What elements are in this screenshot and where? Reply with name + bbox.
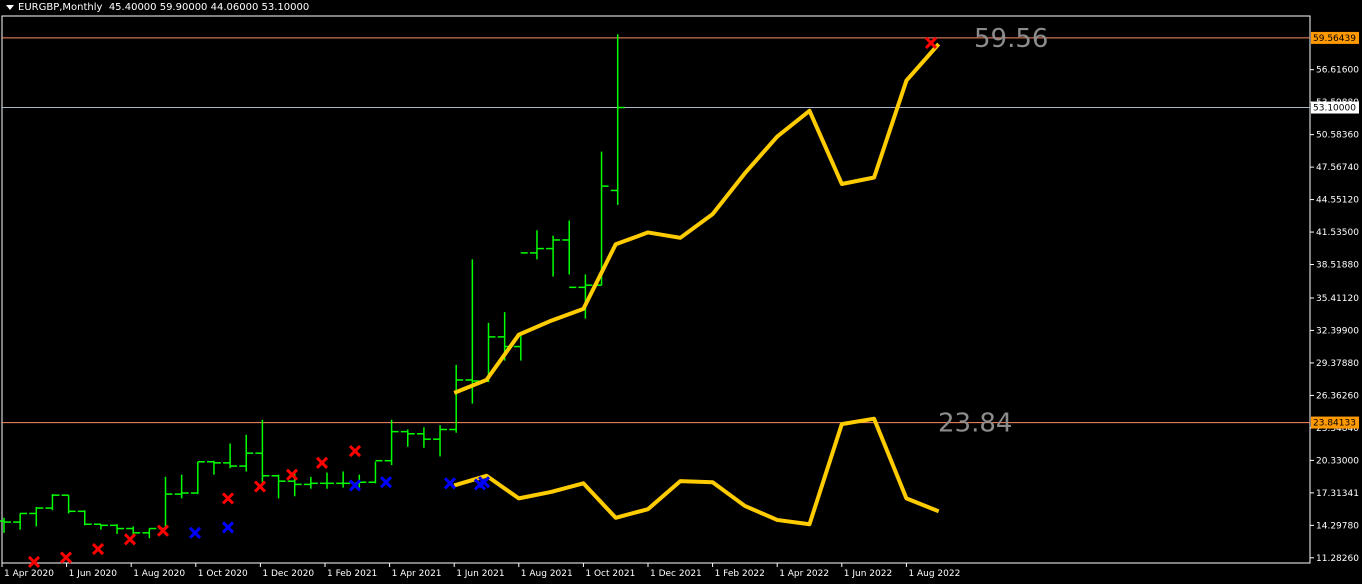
y-tick-label: 44.55120 — [1316, 196, 1359, 206]
lower-envelope-line — [453, 416, 940, 527]
y-tick-label: 14.29780 — [1316, 521, 1359, 531]
x-tick-label: 1 Oct 2020 — [198, 569, 248, 579]
x-tick-label: 1 Apr 2022 — [779, 569, 829, 579]
y-tick-label: 38.51880 — [1316, 261, 1359, 271]
x-tick-label: 1 Apr 2021 — [392, 569, 442, 579]
y-tick-label: 41.53500 — [1316, 228, 1359, 238]
level-annotation: 59.56 — [974, 24, 1048, 54]
y-tick-label: 56.61600 — [1316, 66, 1359, 76]
price-chart[interactable]: 11.2826014.2978017.3134120.3300023.34840… — [0, 0, 1362, 584]
upper-envelope-line — [453, 42, 941, 395]
y-tick-label: 11.28260 — [1316, 554, 1359, 564]
x-tick-label: 1 Aug 2021 — [521, 569, 573, 579]
x-tick-label: 1 Oct 2021 — [585, 569, 635, 579]
price-label-text: 23.84133 — [1313, 419, 1356, 429]
x-tick-label: 1 Dec 2021 — [650, 569, 702, 579]
y-tick-label: 26.36260 — [1316, 391, 1359, 401]
y-tick-label: 50.58360 — [1316, 131, 1359, 141]
x-tick-label: 1 Feb 2022 — [715, 569, 765, 579]
x-tick-label: 1 Apr 2020 — [4, 569, 54, 579]
y-tick-label: 29.37880 — [1316, 359, 1359, 369]
x-tick-label: 1 Aug 2022 — [908, 569, 960, 579]
level-annotation: 23.84 — [938, 409, 1012, 439]
x-tick-label: 1 Aug 2020 — [133, 569, 185, 579]
x-tick-label: 1 Jun 2021 — [456, 569, 504, 579]
price-label-text: 53.10000 — [1313, 104, 1356, 114]
x-tick-label: 1 Jun 2020 — [69, 569, 118, 579]
y-tick-label: 35.41120 — [1316, 294, 1359, 304]
y-tick-label: 47.56740 — [1316, 163, 1359, 173]
y-tick-label: 32.39900 — [1316, 326, 1359, 336]
x-tick-label: 1 Dec 2020 — [262, 569, 314, 579]
x-tick-label: 1 Jun 2022 — [844, 569, 892, 579]
y-tick-label: 17.31341 — [1316, 489, 1359, 499]
x-tick-label: 1 Feb 2021 — [327, 569, 377, 579]
y-tick-label: 20.33000 — [1316, 456, 1359, 466]
price-label-text: 59.56439 — [1313, 34, 1356, 44]
